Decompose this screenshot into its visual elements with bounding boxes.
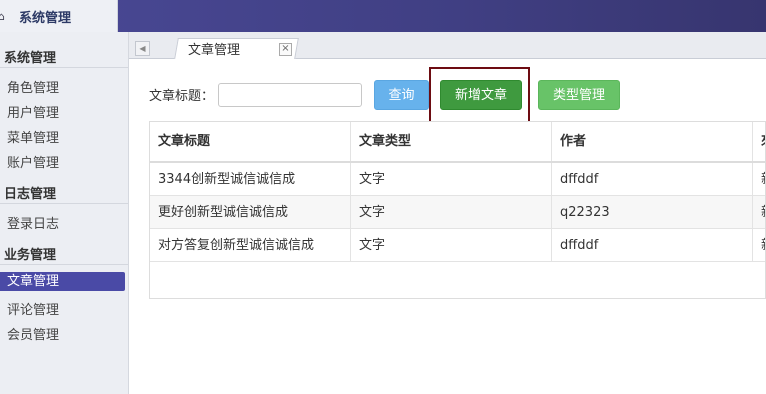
table-cell: 新 <box>753 163 765 195</box>
table-row[interactable]: 对方答复创新型诚信诚信成 文字 dffddf 新 <box>150 229 765 262</box>
table-row[interactable]: 更好创新型诚信诚信成 文字 q22323 新 <box>150 196 765 229</box>
sidebar-item-roles[interactable]: 角色管理 <box>7 77 59 96</box>
sidebar-item-menus[interactable]: 菜单管理 <box>7 127 59 146</box>
sidebar-item-accounts[interactable]: 账户管理 <box>7 152 59 171</box>
article-title-label: 文章标题： <box>149 89 215 104</box>
divider <box>0 203 128 204</box>
table-cell: 文字 <box>351 196 552 228</box>
table-cell: q22323 <box>552 196 753 228</box>
table-cell: 更好创新型诚信诚信成 <box>150 196 351 228</box>
sidebar-item-articles[interactable]: 文章管理 <box>0 272 125 291</box>
highlight-box <box>429 67 530 124</box>
sidebar-group-business[interactable]: 业务管理 <box>4 244 56 263</box>
column-header-extra[interactable]: 來 <box>753 122 765 161</box>
table-cell: dffddf <box>552 229 753 261</box>
sidebar-item-login-log[interactable]: 登录日志 <box>7 213 59 232</box>
table-cell: 文字 <box>351 163 552 195</box>
divider <box>0 264 128 265</box>
article-title-input[interactable] <box>218 83 362 107</box>
articles-table: 文章标题 文章类型 作者 來 3344创新型诚信诚信成 文字 dffddf 新 … <box>149 121 766 299</box>
system-title: 系统管理 <box>19 11 72 26</box>
column-header-type[interactable]: 文章类型 <box>351 122 552 161</box>
table-header-row: 文章标题 文章类型 作者 來 <box>150 122 765 163</box>
table-row[interactable]: 3344创新型诚信诚信成 文字 dffddf 新 <box>150 163 765 196</box>
system-header[interactable]: ⌂ 系统管理 <box>0 0 118 32</box>
table-cell: dffddf <box>552 163 753 195</box>
table-cell: 新 <box>753 196 765 228</box>
column-header-author[interactable]: 作者 <box>552 122 753 161</box>
type-management-button[interactable]: 类型管理 <box>538 80 620 110</box>
table-cell: 新 <box>753 229 765 261</box>
sidebar-item-comments[interactable]: 评论管理 <box>7 299 59 318</box>
sidebar-item-members[interactable]: 会员管理 <box>7 324 59 343</box>
divider <box>0 67 128 68</box>
home-icon: ⌂ <box>0 10 5 23</box>
tab-scroll-left-icon[interactable]: ◀ <box>135 41 150 56</box>
sidebar-item-users[interactable]: 用户管理 <box>7 102 59 121</box>
table-cell: 文字 <box>351 229 552 261</box>
sidebar-group-system[interactable]: 系统管理 <box>4 47 56 66</box>
sidebar-group-logs[interactable]: 日志管理 <box>4 183 56 202</box>
tab-close-icon[interactable]: × <box>279 43 292 56</box>
column-header-title[interactable]: 文章标题 <box>150 122 351 161</box>
table-cell: 3344创新型诚信诚信成 <box>150 163 351 195</box>
query-button[interactable]: 查询 <box>374 80 429 110</box>
table-cell: 对方答复创新型诚信诚信成 <box>150 229 351 261</box>
tab-articles-label[interactable]: 文章管理 <box>188 39 240 58</box>
sidebar: 系统管理 角色管理 用户管理 菜单管理 账户管理 日志管理 登录日志 业务管理 … <box>0 32 129 394</box>
